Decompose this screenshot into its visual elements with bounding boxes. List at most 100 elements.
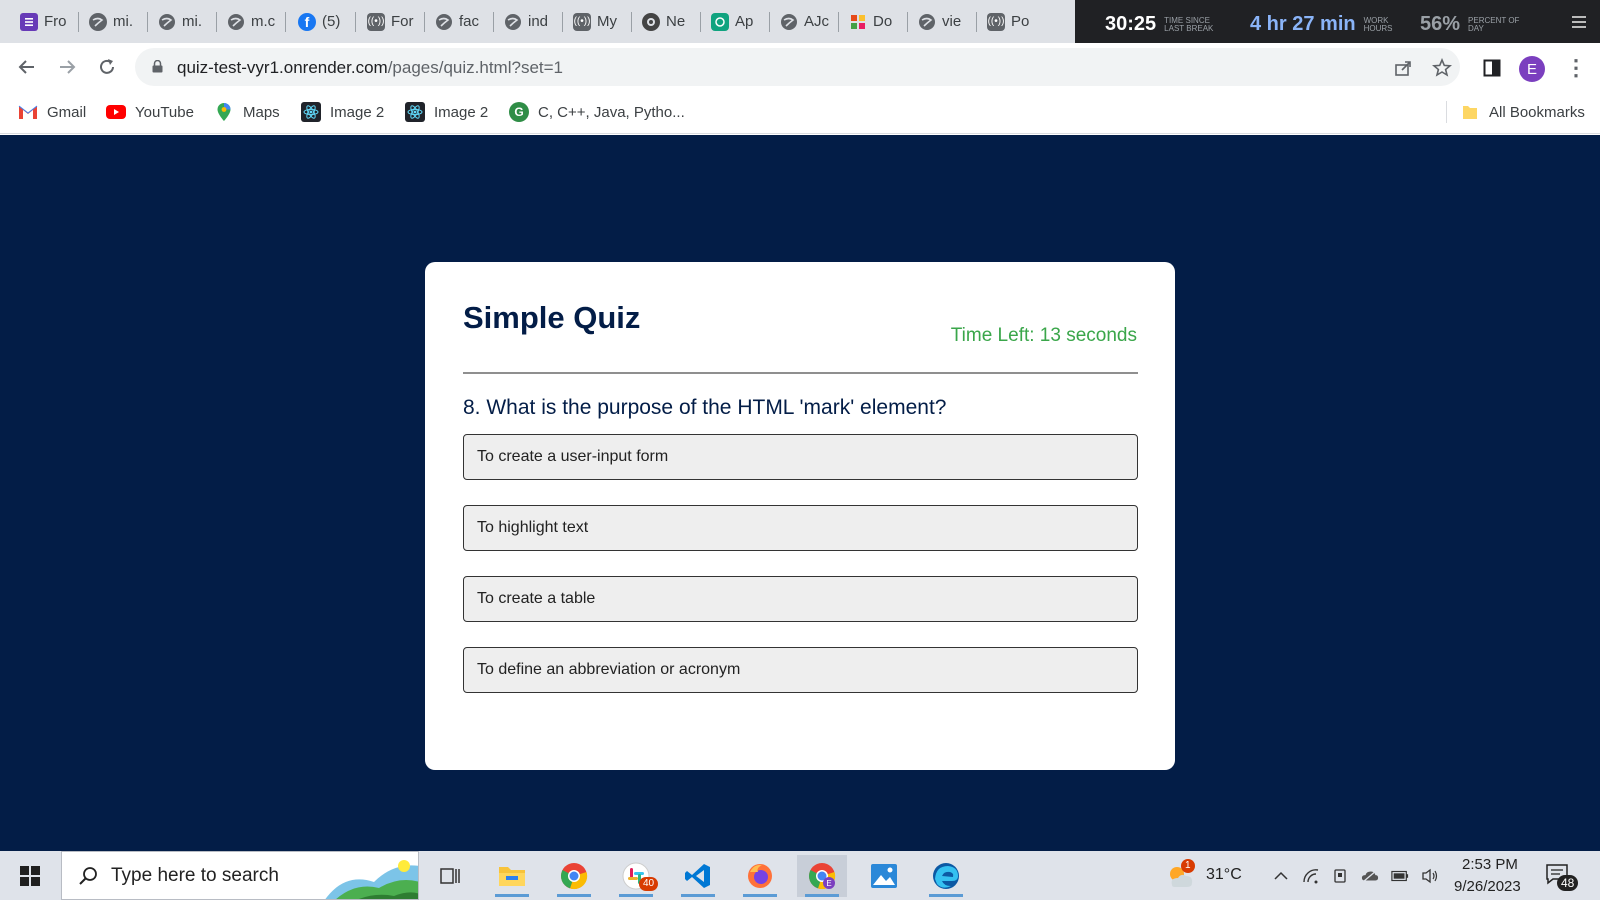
tab-label: Po bbox=[1011, 13, 1030, 30]
globe-icon bbox=[227, 13, 245, 31]
forward-button[interactable] bbox=[53, 53, 81, 81]
battery-icon[interactable] bbox=[1391, 867, 1409, 885]
browser-tab[interactable]: m.c bbox=[227, 8, 282, 35]
file-explorer-button[interactable] bbox=[487, 855, 537, 897]
browser-tab[interactable]: Ne bbox=[642, 8, 697, 35]
running-indicator bbox=[805, 894, 839, 897]
url-path: /pages/quiz.html?set=1 bbox=[387, 58, 564, 77]
globe-icon bbox=[435, 13, 453, 31]
svg-text:E: E bbox=[826, 879, 831, 888]
tab-label: (5) bbox=[322, 13, 341, 30]
task-view-button[interactable] bbox=[425, 855, 475, 897]
bookmark-label: Gmail bbox=[47, 103, 87, 121]
tab-label: Ne bbox=[666, 13, 686, 30]
forward-arrow-icon bbox=[60, 60, 76, 74]
browser-tab[interactable]: ((•)) For bbox=[367, 8, 422, 35]
tab-strip: Fro mi. mi. m.c f (5) ((•)) For fac ind … bbox=[0, 0, 1600, 50]
notification-count: 48 bbox=[1557, 875, 1579, 891]
reload-button[interactable] bbox=[93, 53, 121, 81]
answer-option[interactable]: To create a table bbox=[463, 576, 1138, 622]
share-icon[interactable] bbox=[1392, 57, 1414, 79]
clock-date[interactable]: 9/26/2023 bbox=[1454, 878, 1521, 895]
side-panel-icon[interactable] bbox=[1481, 57, 1503, 79]
tab-separator bbox=[424, 12, 425, 32]
edge-button[interactable] bbox=[921, 855, 971, 897]
more-menu-icon[interactable]: ⋮ bbox=[1565, 56, 1587, 80]
chrome-button[interactable] bbox=[549, 855, 599, 897]
tab-separator bbox=[493, 12, 494, 32]
answer-option[interactable]: To define an abbreviation or acronym bbox=[463, 647, 1138, 693]
browser-tab[interactable]: ind bbox=[504, 8, 559, 35]
browser-tab[interactable]: mi. bbox=[158, 8, 213, 35]
chrome-profile-button[interactable]: E bbox=[797, 855, 847, 897]
work-time: 4 hr 27 min bbox=[1250, 13, 1356, 35]
bookmark-gmail[interactable]: Gmail bbox=[18, 102, 86, 122]
browser-tab[interactable]: Do bbox=[849, 8, 904, 35]
react-icon bbox=[405, 102, 425, 122]
bookmark-maps[interactable]: Maps bbox=[214, 102, 280, 122]
running-indicator bbox=[557, 894, 591, 897]
globe-icon bbox=[89, 12, 107, 31]
browser-tab[interactable]: f (5) bbox=[298, 8, 353, 35]
globe-icon bbox=[780, 13, 798, 31]
bookmark-youtube[interactable]: YouTube bbox=[106, 102, 194, 122]
photos-button[interactable] bbox=[859, 855, 909, 897]
notification-center[interactable]: 48 bbox=[1545, 863, 1579, 893]
edge-icon bbox=[933, 863, 959, 889]
percent-label: PERCENT OF DAY bbox=[1468, 15, 1520, 33]
back-button[interactable] bbox=[13, 53, 41, 81]
taskbar-search[interactable]: Type here to search bbox=[61, 851, 419, 900]
bookmark-image-2[interactable]: Image 2 bbox=[301, 102, 384, 122]
address-bar[interactable]: quiz-test-vyr1.onrender.com/pages/quiz.h… bbox=[135, 48, 1460, 86]
start-button[interactable] bbox=[10, 860, 50, 892]
all-bookmarks[interactable]: All Bookmarks bbox=[1460, 102, 1585, 122]
url-host: quiz-test-vyr1.onrender.com bbox=[177, 58, 388, 77]
answer-option[interactable]: To highlight text bbox=[463, 505, 1138, 551]
search-icon bbox=[79, 867, 97, 885]
browser-tab[interactable]: ((•)) My bbox=[573, 8, 628, 35]
question-text: 8. What is the purpose of the HTML 'mark… bbox=[463, 396, 947, 419]
bookmark-geeksforgeeks[interactable]: G C, C++, Java, Pytho... bbox=[509, 102, 685, 122]
menu-icon[interactable] bbox=[1572, 16, 1586, 28]
chevron-up-icon[interactable] bbox=[1272, 867, 1290, 885]
folder-icon bbox=[1460, 102, 1480, 122]
tab-separator bbox=[355, 12, 356, 32]
clock-time[interactable]: 2:53 PM bbox=[1462, 856, 1518, 873]
answer-option[interactable]: To create a user-input form bbox=[463, 434, 1138, 480]
github-icon bbox=[642, 12, 660, 31]
browser-tab[interactable]: AJc bbox=[780, 8, 835, 35]
browser-tab[interactable]: Ap bbox=[711, 8, 766, 35]
meet-now-icon[interactable] bbox=[1331, 867, 1349, 885]
search-placeholder: Type here to search bbox=[111, 865, 279, 886]
bookmark-label: Image 2 bbox=[434, 103, 489, 121]
running-indicator bbox=[743, 894, 777, 897]
back-arrow-icon bbox=[18, 60, 34, 74]
onedrive-icon[interactable] bbox=[1361, 867, 1379, 885]
bookmark-image-2[interactable]: Image 2 bbox=[405, 102, 488, 122]
network-icon[interactable] bbox=[1302, 867, 1320, 885]
weather-widget[interactable]: 1 bbox=[1166, 859, 1196, 891]
browser-tab[interactable]: ((•)) Po bbox=[987, 8, 1042, 35]
browser-tab[interactable]: Fro bbox=[20, 8, 75, 35]
profile-avatar[interactable]: E bbox=[1519, 56, 1545, 82]
browser-tab[interactable]: vie bbox=[918, 8, 973, 35]
browser-tab[interactable]: fac bbox=[435, 8, 490, 35]
star-icon[interactable] bbox=[1431, 57, 1453, 79]
slack-button[interactable]: 40 bbox=[611, 855, 661, 897]
photos-icon bbox=[871, 864, 897, 888]
percent-of-day: 56% bbox=[1420, 13, 1461, 35]
grid-icon bbox=[849, 13, 867, 31]
volume-icon[interactable] bbox=[1421, 867, 1439, 885]
header-divider bbox=[463, 372, 1138, 374]
vscode-button[interactable] bbox=[673, 855, 723, 897]
tab-separator bbox=[78, 12, 79, 32]
browser-tab[interactable]: mi. bbox=[89, 8, 144, 35]
tab-label: My bbox=[597, 13, 617, 30]
tab-label: Do bbox=[873, 13, 893, 30]
running-indicator bbox=[495, 894, 529, 897]
youtube-icon bbox=[106, 102, 126, 122]
tab-separator bbox=[631, 12, 632, 32]
tab-label: fac bbox=[459, 13, 480, 30]
reload-icon bbox=[100, 59, 114, 74]
firefox-button[interactable] bbox=[735, 855, 785, 897]
